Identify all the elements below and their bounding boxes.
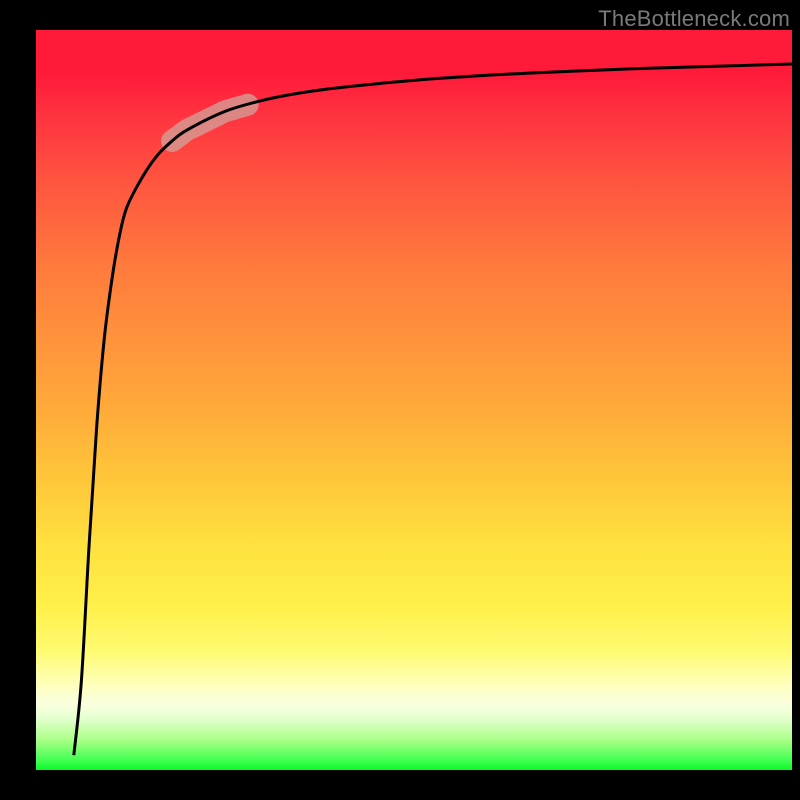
plot-area xyxy=(36,30,792,770)
bottleneck-curve xyxy=(74,64,792,755)
chart-stage: TheBottleneck.com xyxy=(0,0,800,800)
curve-svg xyxy=(36,30,792,770)
curve-highlight-band xyxy=(172,105,248,141)
watermark-text: TheBottleneck.com xyxy=(598,6,790,32)
